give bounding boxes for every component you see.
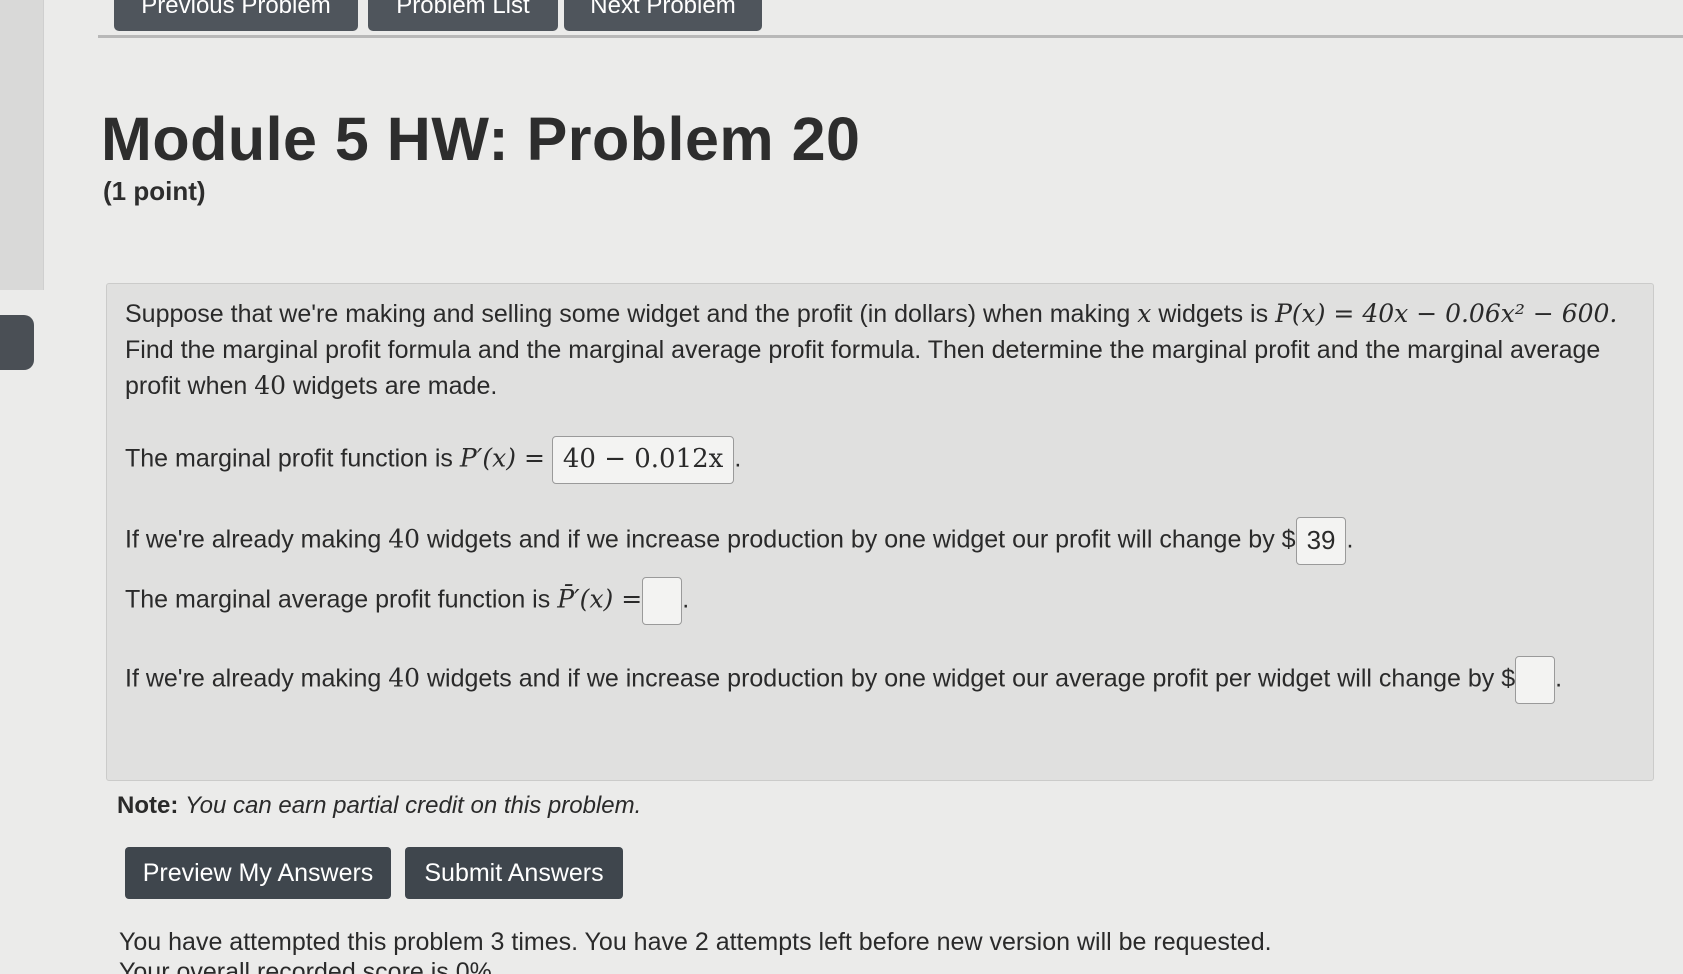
note-text: You can earn partial credit on this prob… <box>185 792 642 819</box>
marginal-profit-answer-input[interactable]: 40 − 0.012x <box>551 436 735 484</box>
problem-statement: Suppose that we're making and selling so… <box>125 296 1645 404</box>
page-title: Module 5 HW: Problem 20 <box>101 105 861 173</box>
q4-number: 40 <box>388 663 421 693</box>
question-marginal-average-profit-function: The marginal average profit function is … <box>125 577 689 625</box>
q2-number: 40 <box>388 524 421 554</box>
problem-navigation: Previous Problem Problem List Next Probl… <box>98 0 1683 38</box>
q4-label-2: widgets and if we increase production by… <box>427 664 1516 693</box>
q4-label-1: If we're already making <box>125 664 382 693</box>
q2-label-1: If we're already making <box>125 525 382 554</box>
preview-answers-button[interactable]: Preview My Answers <box>125 847 391 899</box>
question-marginal-average-profit-value: If we're already making 40 widgets and i… <box>125 656 1562 704</box>
q1-math: P′(x) = <box>459 443 545 473</box>
problem-body: Suppose that we're making and selling so… <box>106 283 1654 781</box>
marginal-profit-value-input[interactable]: 39 <box>1295 517 1347 565</box>
partial-credit-note: Note: You can earn partial credit on thi… <box>117 792 641 820</box>
q2-label-2: widgets and if we increase production by… <box>427 525 1296 554</box>
left-sidebar-strip <box>0 0 44 290</box>
statement-number: 40 <box>254 371 287 400</box>
recorded-score-status: Your overall recorded score is 0%. <box>119 958 499 974</box>
previous-problem-button[interactable]: Previous Problem <box>114 0 358 31</box>
sidebar-toggle-tab[interactable] <box>0 315 34 370</box>
statement-text-2: widgets is <box>1158 300 1269 328</box>
question-marginal-profit-value: If we're already making 40 widgets and i… <box>125 517 1353 565</box>
q3-math: P̄′(x) = <box>557 584 643 614</box>
q1-label: The marginal profit function is <box>125 444 453 473</box>
profit-formula: P(x) = 40x − 0.06x² − 600. <box>1275 299 1618 328</box>
submit-answers-button[interactable]: Submit Answers <box>405 847 623 899</box>
statement-variable: x <box>1137 299 1152 328</box>
attempts-status: You have attempted this problem 3 times.… <box>119 928 1272 956</box>
marginal-average-profit-answer-input[interactable] <box>642 577 683 625</box>
question-marginal-profit-function: The marginal profit function is P′(x) = … <box>125 436 741 484</box>
marginal-average-profit-value-input[interactable] <box>1515 656 1556 704</box>
next-problem-button[interactable]: Next Problem <box>564 0 762 31</box>
note-label: Note: <box>117 792 179 819</box>
problem-list-button[interactable]: Problem List <box>368 0 558 31</box>
statement-text-1: Suppose that we're making and selling so… <box>125 300 1131 328</box>
q3-label: The marginal average profit function is <box>125 585 551 614</box>
statement-text-4: widgets are made. <box>293 372 498 400</box>
problem-points: (1 point) <box>103 176 206 206</box>
